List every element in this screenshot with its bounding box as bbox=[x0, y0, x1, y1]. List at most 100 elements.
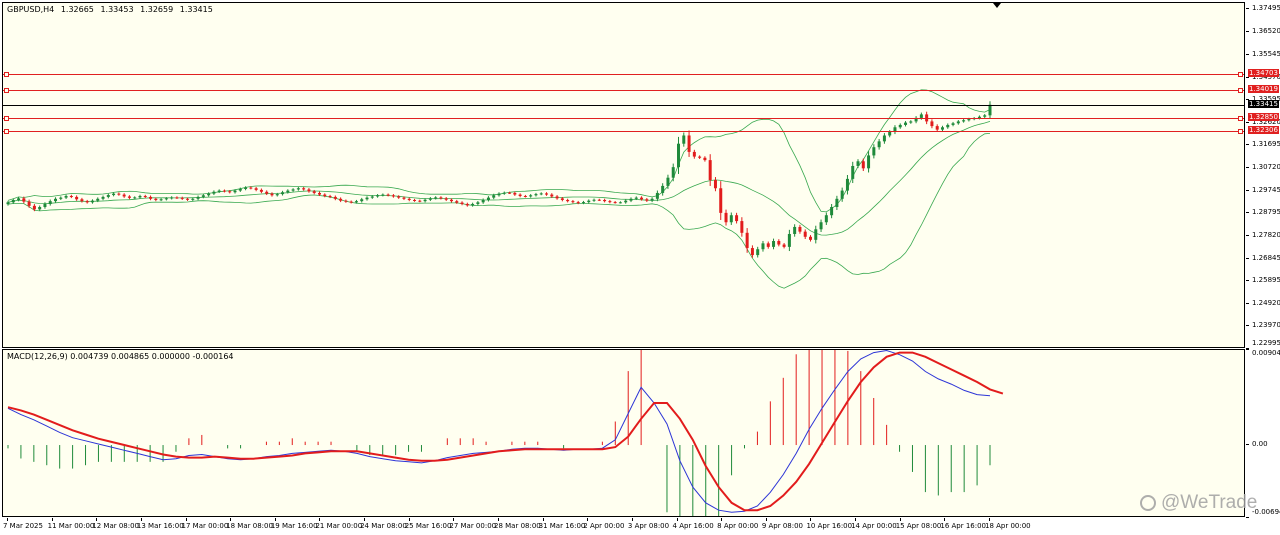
level-price-tag: 1.34703 bbox=[1248, 69, 1279, 78]
horizontal-level-line[interactable] bbox=[3, 128, 1244, 134]
ohlc-low: 1.32659 bbox=[140, 5, 174, 14]
line-handle-icon[interactable] bbox=[4, 72, 9, 78]
candle-body bbox=[634, 197, 638, 199]
time-axis[interactable]: 7 Mar 2025 11 Mar 00:00 12 Mar 08:00 13 Mar… bbox=[2, 518, 1245, 535]
candle-body bbox=[661, 185, 665, 193]
macd-signal-line bbox=[7, 351, 1004, 512]
candle-body bbox=[983, 115, 987, 117]
candle-body bbox=[555, 196, 559, 199]
candle-body bbox=[629, 198, 633, 201]
macd-chart-canvas[interactable] bbox=[3, 350, 1245, 517]
horizontal-level-line[interactable] bbox=[3, 88, 1244, 94]
candle-body bbox=[407, 198, 411, 200]
level-price-tag: 1.34019 bbox=[1248, 85, 1279, 94]
price-tick-label: 1.25895 bbox=[1252, 275, 1280, 284]
candle-body bbox=[328, 195, 332, 197]
candle-body bbox=[32, 205, 36, 210]
candle-body bbox=[296, 188, 300, 190]
time-tick-label: 17 Mar 00:00 bbox=[181, 522, 229, 530]
candle-body bbox=[845, 178, 849, 191]
line-handle-icon[interactable] bbox=[1238, 88, 1243, 94]
price-axis[interactable]: 1.374951.365201.355451.345701.335951.326… bbox=[1246, 2, 1280, 349]
candle-body bbox=[122, 194, 126, 197]
candle-body bbox=[391, 195, 395, 197]
line-handle-icon[interactable] bbox=[4, 115, 9, 121]
candle-body bbox=[270, 193, 274, 196]
candle-body bbox=[671, 167, 675, 178]
candle-body bbox=[835, 198, 839, 208]
price-chart-pane[interactable]: GBPUSD,H4 1.32665 1.33453 1.32659 1.3341… bbox=[2, 2, 1245, 348]
line-handle-icon[interactable] bbox=[4, 128, 9, 134]
candle-body bbox=[814, 229, 818, 240]
candle-body bbox=[761, 243, 765, 250]
time-tick-mark bbox=[810, 518, 812, 521]
candle-body bbox=[370, 196, 374, 198]
horizontal-level-line[interactable] bbox=[3, 72, 1244, 78]
candle-body bbox=[571, 201, 575, 203]
time-tick-label: 14 Apr 00:00 bbox=[851, 522, 897, 530]
watermark-text: @WeTrade bbox=[1161, 492, 1258, 513]
price-tick-label: 1.30720 bbox=[1252, 162, 1280, 171]
line-handle-icon[interactable] bbox=[1238, 115, 1243, 121]
time-tick-label: 7 Mar 2025 bbox=[3, 522, 43, 530]
macd-tick-mark bbox=[1246, 444, 1249, 446]
candle-body bbox=[576, 202, 580, 204]
candle-body bbox=[59, 197, 63, 199]
time-tick-label: 4 Apr 16:00 bbox=[672, 522, 714, 530]
candle-body bbox=[967, 119, 971, 121]
candle-body bbox=[101, 196, 105, 199]
level-price-tag: 1.32850 bbox=[1248, 112, 1279, 121]
line-handle-icon[interactable] bbox=[1238, 128, 1243, 134]
price-tick-mark bbox=[1246, 53, 1249, 55]
line-handle-icon[interactable] bbox=[4, 88, 9, 94]
candle-body bbox=[381, 194, 385, 196]
macd-indicator-pane[interactable]: MACD(12,26,9) 0.004739 0.004865 0.000000… bbox=[2, 349, 1245, 517]
time-tick-label: 24 Mar 08:00 bbox=[360, 522, 407, 530]
time-tick-label: 18 Mar 08:00 bbox=[226, 522, 273, 530]
candle-body bbox=[486, 197, 490, 200]
time-tick-mark bbox=[274, 518, 276, 521]
candle-body bbox=[90, 200, 94, 203]
time-tick-mark bbox=[408, 518, 410, 521]
candle-body bbox=[233, 190, 237, 193]
symbol-timeframe: GBPUSD,H4 bbox=[7, 5, 55, 14]
candle-body bbox=[550, 194, 554, 197]
price-tick-mark bbox=[1246, 122, 1249, 124]
candle-body bbox=[222, 190, 226, 192]
candle-body bbox=[333, 196, 337, 199]
price-chart-canvas[interactable] bbox=[3, 3, 1245, 348]
horizontal-level-line[interactable] bbox=[3, 115, 1244, 121]
candle-body bbox=[608, 201, 612, 203]
candle-body bbox=[291, 189, 295, 191]
candle-body bbox=[312, 191, 316, 193]
time-tick-label: 12 Mar 08:00 bbox=[92, 522, 140, 530]
candle-body bbox=[80, 199, 84, 202]
candle-body bbox=[682, 135, 686, 144]
time-tick-label: 9 Apr 08:00 bbox=[761, 522, 803, 530]
candle-body bbox=[624, 200, 628, 203]
candle-body bbox=[228, 191, 232, 193]
candle-body bbox=[777, 241, 781, 245]
chart-shift-marker-icon[interactable] bbox=[993, 3, 1001, 8]
candle-body bbox=[106, 195, 110, 197]
candle-body bbox=[750, 248, 754, 256]
line-handle-icon[interactable] bbox=[1238, 72, 1243, 78]
price-tick-label: 1.24920 bbox=[1252, 298, 1280, 307]
macd-tick-label: 0.00 bbox=[1252, 440, 1268, 449]
candle-body bbox=[650, 198, 654, 201]
time-tick-mark bbox=[96, 518, 98, 521]
candle-body bbox=[439, 197, 443, 199]
candle-body bbox=[713, 180, 717, 189]
candle-body bbox=[766, 243, 770, 247]
candle-body bbox=[824, 215, 828, 223]
candle-body bbox=[518, 194, 522, 196]
candle-body bbox=[592, 199, 596, 201]
candle-body bbox=[930, 121, 934, 127]
candle-body bbox=[560, 198, 564, 200]
candle-body bbox=[434, 197, 438, 199]
candle-body bbox=[112, 193, 116, 196]
time-tick-label: 25 Mar 16:00 bbox=[404, 522, 452, 530]
time-tick-mark bbox=[989, 518, 990, 521]
candle-body bbox=[354, 201, 358, 203]
candle-body bbox=[191, 198, 195, 200]
